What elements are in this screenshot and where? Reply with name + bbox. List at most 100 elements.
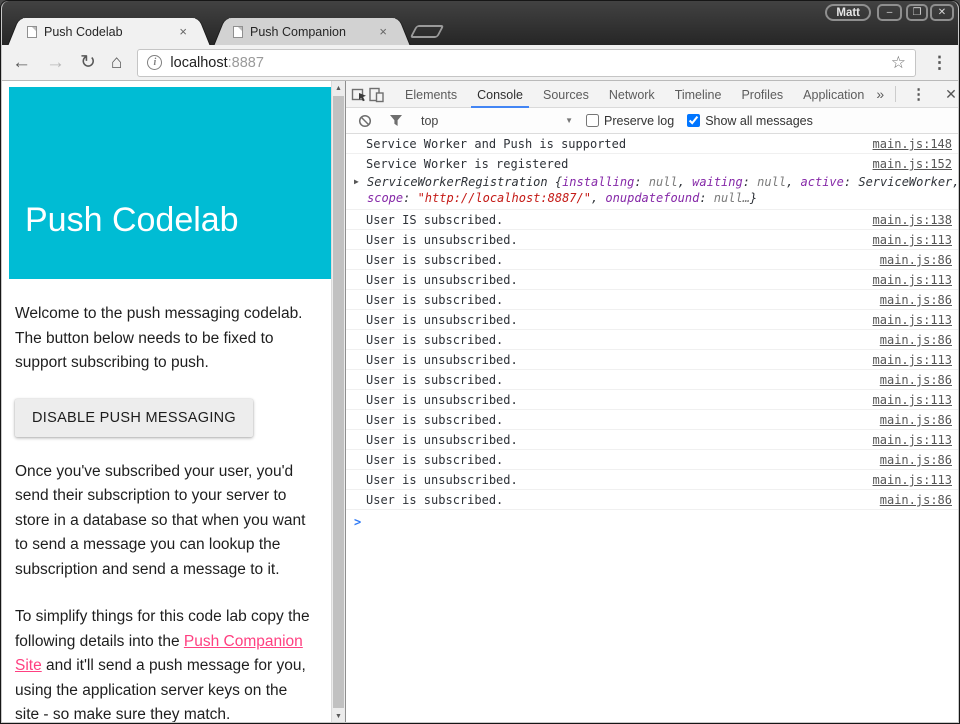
scroll-down-icon[interactable]: ▼ bbox=[332, 709, 345, 723]
execution-context-selector[interactable]: top ▼ bbox=[421, 114, 573, 128]
device-toolbar-icon[interactable] bbox=[368, 83, 385, 105]
console-message: User is unsubscribed.main.js:113 bbox=[346, 390, 959, 410]
console-source-link[interactable]: main.js:86 bbox=[880, 333, 952, 347]
window-minimize-button[interactable]: – bbox=[877, 4, 902, 21]
console-message: User is unsubscribed.main.js:113 bbox=[346, 270, 959, 290]
console-source-link[interactable]: main.js:113 bbox=[873, 313, 952, 327]
console-source-link[interactable]: main.js:86 bbox=[880, 493, 952, 507]
devtools-tab-console[interactable]: Console bbox=[471, 81, 529, 108]
session-user-badge[interactable]: Matt bbox=[825, 4, 871, 21]
console-message-text: User is unsubscribed. bbox=[366, 233, 863, 247]
console-source-link[interactable]: main.js:86 bbox=[880, 413, 952, 427]
console-prompt[interactable]: > bbox=[346, 510, 959, 532]
more-tabs-icon[interactable]: » bbox=[876, 86, 884, 102]
console-message-text: User is unsubscribed. bbox=[366, 353, 863, 367]
preserve-log-checkbox[interactable] bbox=[586, 114, 599, 127]
console-message-text: User is subscribed. bbox=[366, 253, 870, 267]
console-message-text: User is unsubscribed. bbox=[366, 313, 863, 327]
tab-title: Push Codelab bbox=[44, 25, 175, 39]
console-message: User is unsubscribed. main.js:113 bbox=[346, 350, 959, 370]
url-text: localhost:8887 bbox=[170, 55, 264, 71]
tab-close-icon[interactable]: × bbox=[375, 24, 391, 39]
home-button[interactable]: ⌂ bbox=[111, 53, 122, 72]
show-all-messages-toggle[interactable]: Show all messages bbox=[687, 114, 813, 128]
devtools-tab-sources[interactable]: Sources bbox=[537, 81, 595, 108]
console-message: User is subscribed.main.js:86 bbox=[346, 410, 959, 430]
page-title: Push Codelab bbox=[25, 201, 239, 239]
console-message-text: Service Worker and Push is supported bbox=[366, 137, 863, 151]
tab-close-icon[interactable]: × bbox=[175, 24, 191, 39]
console-source-link[interactable]: main.js:113 bbox=[873, 273, 952, 287]
devtools-close-icon[interactable]: ✕ bbox=[936, 86, 960, 103]
bookmark-star-icon[interactable]: ☆ bbox=[891, 53, 906, 73]
intro-paragraph: Welcome to the push messaging codelab. T… bbox=[15, 302, 311, 376]
new-tab-button[interactable] bbox=[410, 25, 445, 38]
console-message-text: Service Worker is registered bbox=[366, 157, 863, 171]
scrollbar-thumb[interactable] bbox=[333, 96, 344, 708]
scroll-up-icon[interactable]: ▲ bbox=[332, 81, 345, 95]
console-source-link[interactable]: main.js:86 bbox=[880, 253, 952, 267]
console-message-text: User is subscribed. bbox=[366, 373, 870, 387]
subscription-paragraph: Once you've subscribed your user, you'd … bbox=[15, 460, 311, 583]
browser-tab-push-codelab[interactable]: Push Codelab × bbox=[23, 18, 195, 45]
toolbar-divider bbox=[895, 86, 896, 102]
preserve-log-label: Preserve log bbox=[604, 114, 674, 128]
back-button[interactable]: ← bbox=[12, 53, 31, 72]
show-all-messages-checkbox[interactable] bbox=[687, 114, 700, 127]
console-source-link[interactable]: main.js:86 bbox=[880, 293, 952, 307]
console-source-link[interactable]: main.js:86 bbox=[880, 373, 952, 387]
disable-push-messaging-button[interactable]: DISABLE PUSH MESSAGING bbox=[15, 399, 253, 437]
console-message: User is subscribed. main.js:86 bbox=[346, 250, 959, 270]
reload-button[interactable]: ↻ bbox=[80, 53, 96, 72]
page-viewport: Push Codelab Welcome to the push messagi… bbox=[1, 81, 331, 723]
page-scrollbar[interactable]: ▲ ▼ bbox=[331, 81, 345, 723]
devtools-menu-icon[interactable]: ⋮ bbox=[901, 85, 936, 103]
show-all-messages-label: Show all messages bbox=[705, 114, 813, 128]
devtools-tab-network[interactable]: Network bbox=[603, 81, 661, 108]
inspect-element-icon[interactable] bbox=[351, 83, 368, 105]
devtools-controls: ⋮ ✕ bbox=[890, 85, 960, 103]
forward-button[interactable]: → bbox=[46, 53, 65, 72]
page-pane: Push Codelab Welcome to the push messagi… bbox=[1, 81, 345, 723]
preserve-log-toggle[interactable]: Preserve log bbox=[586, 114, 674, 128]
console-source-link[interactable]: main.js:86 bbox=[880, 453, 952, 467]
browser-tab-push-companion[interactable]: Push Companion × bbox=[229, 18, 395, 45]
console-source-link[interactable]: main.js:138 bbox=[873, 213, 952, 227]
console-source-link[interactable]: main.js:113 bbox=[873, 353, 952, 367]
companion-paragraph: To simplify things for this code lab cop… bbox=[15, 605, 311, 723]
console-message-text: User is subscribed. bbox=[366, 333, 870, 347]
expand-arrow-icon[interactable]: ▶ bbox=[354, 174, 367, 206]
console-messages: Service Worker and Push is supported main… bbox=[346, 134, 959, 510]
console-message-text: User IS subscribed. bbox=[366, 213, 863, 227]
filter-icon[interactable] bbox=[387, 110, 405, 132]
devtools-tab-elements[interactable]: Elements bbox=[399, 81, 463, 108]
address-bar[interactable]: i localhost:8887 ☆ bbox=[137, 49, 916, 77]
page-hero-banner: Push Codelab bbox=[9, 87, 331, 279]
browser-window: Matt – ❐ ✕ Push Codelab × Push Companion… bbox=[0, 0, 960, 724]
clear-console-icon[interactable] bbox=[356, 110, 374, 132]
console-message-text: User is subscribed. bbox=[366, 493, 870, 507]
console-toolbar: top ▼ Preserve log Show all messages bbox=[346, 108, 959, 134]
console-message: User IS subscribed. main.js:138 bbox=[346, 210, 959, 230]
companion-text-after: and it'll send a push message for you, u… bbox=[15, 657, 306, 723]
devtools-tab-profiles[interactable]: Profiles bbox=[735, 81, 789, 108]
browser-menu-icon[interactable]: ⋮ bbox=[931, 53, 948, 73]
console-source-link[interactable]: main.js:148 bbox=[873, 137, 952, 151]
console-source-link[interactable]: main.js:113 bbox=[873, 433, 952, 447]
console-source-link[interactable]: main.js:113 bbox=[873, 393, 952, 407]
console-source-link[interactable]: main.js:152 bbox=[873, 157, 952, 171]
console-source-link[interactable]: main.js:113 bbox=[873, 233, 952, 247]
devtools-tab-application[interactable]: Application bbox=[797, 81, 870, 108]
console-message: User is subscribed. main.js:86 bbox=[346, 370, 959, 390]
window-maximize-button[interactable]: ❐ bbox=[906, 4, 928, 21]
page-info-icon[interactable]: i bbox=[147, 55, 162, 70]
devtools-tab-timeline[interactable]: Timeline bbox=[669, 81, 728, 108]
console-message: Service Worker is registered main.js:152 ▶… bbox=[346, 154, 959, 210]
page-favicon-icon bbox=[233, 26, 243, 38]
url-host: localhost bbox=[170, 55, 227, 71]
console-source-link[interactable]: main.js:113 bbox=[873, 473, 952, 487]
window-close-button[interactable]: ✕ bbox=[930, 4, 954, 21]
console-object-preview[interactable]: ▶ServiceWorkerRegistration {installing: … bbox=[346, 173, 959, 209]
devtools-panel: Elements Console Sources Network Timeline Pro… bbox=[345, 81, 959, 723]
browser-toolbar: ← → ↻ ⌂ i localhost:8887 ☆ ⋮ bbox=[1, 45, 959, 81]
